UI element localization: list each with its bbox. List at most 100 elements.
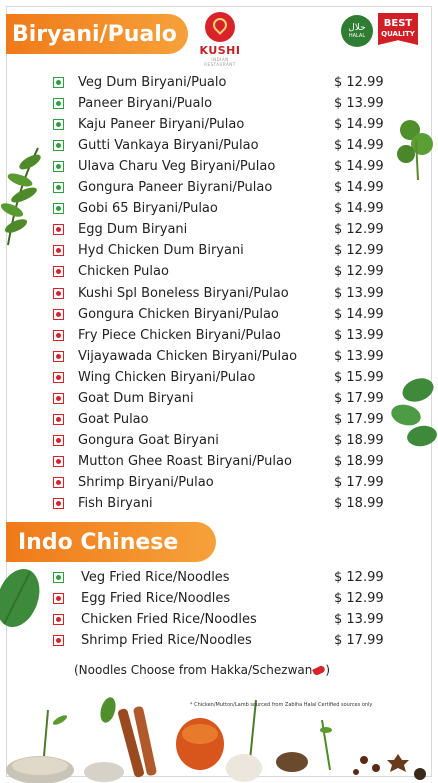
non-veg-icon <box>53 329 64 341</box>
menu-item-price: $ 17.99 <box>334 390 384 406</box>
veg-icon <box>53 77 64 88</box>
menu-item-row: Fish Biryani $ 18.99 <box>0 494 438 514</box>
non-veg-icon <box>53 434 64 446</box>
menu-item-name: Goat Pulao <box>78 411 149 427</box>
menu-item-row: Veg Fried Rice/Noodles $ 12.99 <box>0 568 438 588</box>
menu-item-name: Shrimp Fried Rice/Noodles <box>81 633 252 648</box>
menu-item-row: Gongura Goat Biryani $ 18.99 <box>0 431 438 451</box>
menu-item-name: Gutti Vankaya Biryani/Pulao <box>78 138 259 154</box>
menu-item-price: $ 13.99 <box>334 612 384 627</box>
menu-item-row: Shrimp Biryani/Pulao $ 17.99 <box>0 473 438 493</box>
non-veg-icon <box>53 371 64 383</box>
menu-item-name: Ulava Charu Veg Biryani/Pulao <box>78 159 276 175</box>
non-veg-icon <box>53 245 64 257</box>
non-veg-icon <box>53 308 64 320</box>
veg-icon <box>53 140 64 152</box>
menu-item-name: Veg Fried Rice/Noodles <box>81 570 230 585</box>
non-veg-icon <box>53 614 64 625</box>
menu-item-name: Kushi Spl Boneless Biryani/Pulao <box>78 285 289 301</box>
non-veg-icon <box>53 476 64 488</box>
menu-item-row: Egg Fried Rice/Noodles $ 12.99 <box>0 589 438 609</box>
menu-item-name: Veg Dum Biryani/Pualo <box>78 75 227 90</box>
menu-item-row: Hyd Chicken Dum Biryani $ 12.99 <box>0 241 438 261</box>
menu-item-name: Fish Biryani <box>78 496 153 511</box>
non-veg-icon <box>53 350 64 362</box>
menu-item-name: Goat Dum Biryani <box>78 390 194 406</box>
menu-item-row: Shrimp Fried Rice/Noodles $ 17.99 <box>0 631 438 651</box>
menu-item-price: $ 12.99 <box>334 264 384 280</box>
menu-item-row: Goat Dum Biryani $ 17.99 <box>0 389 438 409</box>
biryani-section-banner: Biryani/Pualo <box>6 14 188 54</box>
veg-icon <box>53 182 64 194</box>
indo-chinese-section-banner: Indo Chinese <box>6 522 216 562</box>
menu-item-row: Chicken Fried Rice/Noodles $ 13.99 <box>0 610 438 630</box>
veg-icon <box>53 161 64 173</box>
menu-item-price: $ 12.99 <box>334 222 384 238</box>
veg-icon <box>53 572 64 583</box>
noodles-note-text: (Noodles Choose from Hakka/Schezwan <box>74 663 313 677</box>
menu-item-row: Gobi 65 Biryani/Pulao $ 14.99 <box>0 199 438 219</box>
menu-item-price: $ 14.99 <box>334 159 384 175</box>
menu-item-price: $ 13.99 <box>334 285 384 301</box>
menu-item-row: Gongura Chicken Biryani/Pulao $ 14.99 <box>0 305 438 325</box>
logo-name: KUSHI <box>199 44 241 57</box>
menu-item-row: Gutti Vankaya Biryani/Pulao $ 14.99 <box>0 136 438 156</box>
veg-icon <box>53 98 64 110</box>
non-veg-icon <box>53 635 64 646</box>
menu-item-name: Gongura Paneer Biyrani/Pulao <box>78 180 273 196</box>
halal-badge-arabic: حلال <box>348 23 366 33</box>
best-badge-line1: BEST <box>383 18 413 29</box>
logo-tagline: INDIAN RESTAURANT <box>204 57 236 67</box>
halal-badge: حلال HALAL <box>341 15 373 47</box>
menu-item-price: $ 18.99 <box>334 432 384 448</box>
noodles-note: (Noodles Choose from Hakka/Schezwan) <box>74 663 330 677</box>
lotus-icon <box>205 12 235 42</box>
menu-item-row: Kaju Paneer Biryani/Pulao $ 14.99 <box>0 115 438 135</box>
non-veg-icon <box>53 498 64 509</box>
menu-item-row: Gongura Paneer Biyrani/Pulao $ 14.99 <box>0 178 438 198</box>
menu-item-row: Ulava Charu Veg Biryani/Pulao $ 14.99 <box>0 157 438 177</box>
menu-item-row: Fry Piece Chicken Biryani/Pulao $ 13.99 <box>0 326 438 346</box>
menu-item-name: Vijayawada Chicken Biryani/Pulao <box>78 348 298 364</box>
biryani-section-title: Biryani/Pualo <box>12 21 177 47</box>
menu-item-price: $ 14.99 <box>334 306 384 322</box>
menu-item-name: Gongura Chicken Biryani/Pulao <box>78 306 279 322</box>
menu-item-row: Goat Pulao $ 17.99 <box>0 410 438 430</box>
veg-icon <box>53 203 64 215</box>
menu-item-row: Vijayawada Chicken Biryani/Pulao $ 13.99 <box>0 347 438 367</box>
menu-item-price: $ 14.99 <box>334 201 384 217</box>
non-veg-icon <box>53 224 64 236</box>
menu-item-name: Shrimp Biryani/Pulao <box>78 474 214 490</box>
menu-item-name: Chicken Fried Rice/Noodles <box>81 612 257 627</box>
veg-icon <box>53 119 64 131</box>
menu-item-name: Fry Piece Chicken Biryani/Pulao <box>78 327 281 343</box>
menu-item-price: $ 13.99 <box>334 327 384 343</box>
menu-item-price: $ 12.99 <box>334 243 384 259</box>
menu-item-price: $ 17.99 <box>334 474 384 490</box>
best-badge-line2: QUALITY <box>381 30 415 38</box>
menu-item-row: Wing Chicken Biryani/Pulao $ 15.99 <box>0 368 438 388</box>
menu-item-row: Chicken Pulao $ 12.99 <box>0 262 438 282</box>
menu-item-row: Egg Dum Biryani $ 12.99 <box>0 220 438 240</box>
menu-item-name: Mutton Ghee Roast Biryani/Pulao <box>78 453 292 469</box>
menu-item-price: $ 12.99 <box>334 591 384 606</box>
menu-item-price: $ 18.99 <box>334 453 384 469</box>
menu-item-price: $ 14.99 <box>334 117 384 133</box>
best-quality-badge: BEST QUALITY <box>378 13 418 45</box>
menu-item-price: $ 14.99 <box>334 180 384 196</box>
menu-item-name: Hyd Chicken Dum Biryani <box>78 243 244 259</box>
menu-item-name: Wing Chicken Biryani/Pulao <box>78 369 256 385</box>
menu-item-name: Chicken Pulao <box>78 264 169 280</box>
menu-item-price: $ 12.99 <box>334 570 384 585</box>
menu-item-row: Kushi Spl Boneless Biryani/Pulao $ 13.99 <box>0 284 438 304</box>
menu-item-row: Paneer Biryani/Pualo $ 13.99 <box>0 94 438 114</box>
menu-item-name: Egg Fried Rice/Noodles <box>81 591 231 606</box>
halal-sourcing-footnote: * Chicken/Mutton/Lamb sourced from Zabih… <box>190 702 373 708</box>
non-veg-icon <box>53 455 64 467</box>
noodles-note-end: ) <box>325 663 331 677</box>
menu-item-name: Gongura Goat Biryani <box>78 432 219 448</box>
menu-item-row: Mutton Ghee Roast Biryani/Pulao $ 18.99 <box>0 452 438 472</box>
menu-item-price: $ 14.99 <box>334 138 384 154</box>
menu-item-row: Veg Dum Biryani/Pualo $ 12.99 <box>0 73 438 93</box>
menu-item-name: Paneer Biryani/Pualo <box>78 96 213 112</box>
